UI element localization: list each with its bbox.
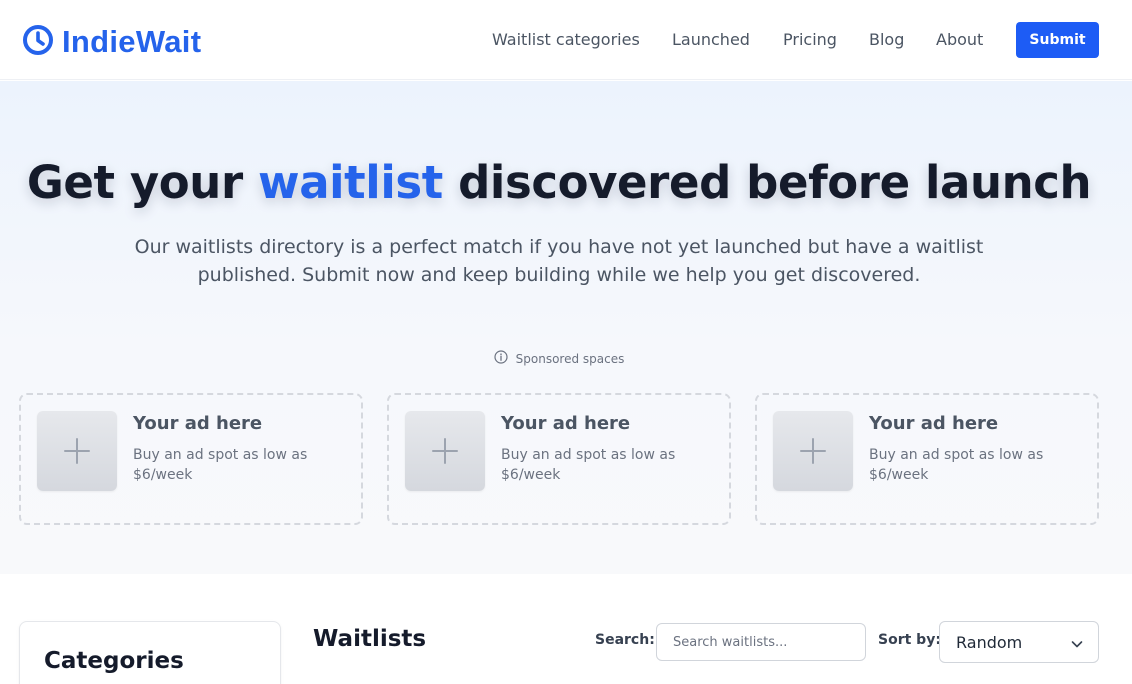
hero-title: Get your waitlist discovered before laun… [0, 151, 1118, 215]
nav-launched[interactable]: Launched [672, 22, 750, 58]
ad-description: Buy an ad spot as low as $6/week [133, 447, 308, 483]
nav-blog[interactable]: Blog [869, 22, 904, 58]
search-input[interactable] [656, 623, 866, 661]
hero-subtitle: Our waitlists directory is a perfect mat… [134, 236, 984, 286]
clock-icon [22, 24, 54, 60]
sponsored-text: Sponsored spaces [515, 351, 625, 366]
ad-placeholder [405, 411, 485, 491]
ad-title: Your ad here [869, 413, 999, 434]
site-header: IndieWait Waitlist categories Launched P… [0, 0, 1132, 80]
info-icon [494, 350, 508, 367]
ad-card[interactable]: Your ad here Buy an ad spot as low as $6… [19, 393, 363, 525]
ad-description: Buy an ad spot as low as $6/week [501, 447, 676, 483]
hero-title-accent: waitlist [258, 156, 443, 209]
nav-waitlist-categories[interactable]: Waitlist categories [492, 22, 640, 58]
categories-title: Categories [44, 648, 184, 674]
hero-title-after: discovered before launch [442, 156, 1092, 209]
sponsored-label: Sponsored spaces [0, 350, 1118, 367]
logo-text: IndieWait [62, 24, 202, 59]
logo[interactable]: IndieWait [22, 24, 201, 60]
hero-section: Get your waitlist discovered before laun… [0, 81, 1132, 574]
ad-placeholder [773, 411, 853, 491]
ad-card[interactable]: Your ad here Buy an ad spot as low as $6… [755, 393, 1099, 525]
waitlists-title: Waitlists [313, 626, 427, 652]
ad-placeholder [37, 411, 117, 491]
hero-title-before: Get your [26, 156, 259, 209]
categories-panel: Categories [19, 621, 281, 684]
search-label: Search: [595, 632, 655, 648]
ad-card[interactable]: Your ad here Buy an ad spot as low as $6… [387, 393, 731, 525]
sort-label: Sort by: [878, 632, 941, 648]
ad-title: Your ad here [133, 413, 263, 434]
sort-value: Random [956, 633, 1023, 652]
submit-button[interactable]: Submit [1016, 22, 1099, 58]
nav-about[interactable]: About [936, 22, 983, 58]
nav-pricing[interactable]: Pricing [783, 22, 837, 58]
ad-description: Buy an ad spot as low as $6/week [869, 447, 1044, 483]
sort-select[interactable]: Random [939, 621, 1099, 663]
ad-title: Your ad here [501, 413, 631, 434]
